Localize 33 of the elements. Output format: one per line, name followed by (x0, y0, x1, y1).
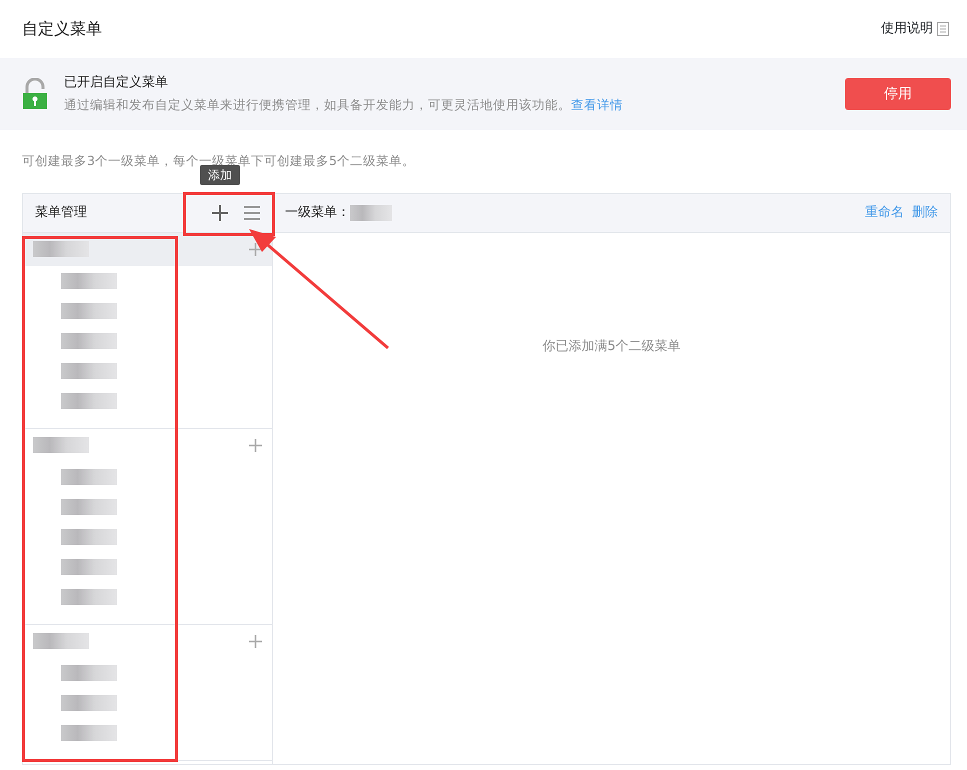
banner-description: 通过编辑和发布自定义菜单来进行便携管理，如具备开发能力，可更灵活地使用该功能。查看详情 (64, 96, 624, 114)
banner-title: 已开启自定义菜单 (64, 74, 169, 92)
sort-icon[interactable] (244, 206, 260, 220)
submenu-item[interactable] (61, 664, 117, 681)
padlock-icon (22, 78, 48, 110)
disable-button[interactable]: 停用 (845, 78, 951, 110)
submenu-item[interactable] (61, 392, 117, 409)
rename-link[interactable]: 重命名 (865, 203, 904, 222)
submenu-item[interactable] (61, 468, 117, 485)
submenu-item[interactable] (61, 272, 117, 289)
delete-link[interactable]: 删除 (912, 203, 938, 222)
submenu-item[interactable] (61, 558, 117, 575)
submenu-item[interactable] (61, 362, 117, 379)
submenu-item[interactable] (61, 588, 117, 605)
add-icon[interactable] (249, 634, 262, 648)
page-title: 自定义菜单 (22, 18, 102, 40)
full-message: 你已添加满5个二级菜单 (542, 338, 681, 356)
submenu-item[interactable] (61, 528, 117, 545)
submenu-item[interactable] (61, 724, 117, 741)
submenu-item[interactable] (61, 498, 117, 515)
add-icon[interactable] (249, 438, 262, 452)
menu-label: 一级菜单： (285, 204, 350, 222)
submenu-item[interactable] (61, 302, 117, 319)
add-icon[interactable] (212, 204, 228, 221)
add-tooltip: 添加 (200, 165, 240, 185)
redacted-text (350, 204, 392, 221)
help-link[interactable]: 使用说明 (881, 19, 949, 39)
submenu-item[interactable] (61, 332, 117, 349)
details-link[interactable]: 查看详情 (571, 97, 623, 112)
add-icon[interactable] (249, 242, 262, 256)
submenu-item[interactable] (61, 694, 117, 711)
panel-title: 菜单管理 (35, 204, 87, 222)
document-icon (937, 22, 949, 36)
